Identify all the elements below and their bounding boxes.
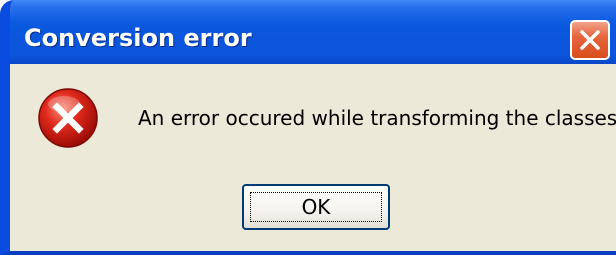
error-message: An error occured while transforming the … — [138, 106, 616, 130]
close-button[interactable] — [570, 20, 610, 60]
dialog-title: Conversion error — [24, 24, 252, 52]
ok-button-label: OK — [301, 195, 331, 219]
close-icon — [580, 30, 600, 50]
title-bar[interactable]: Conversion error — [10, 0, 616, 64]
error-icon — [38, 88, 98, 148]
ok-button[interactable]: OK — [242, 184, 390, 230]
dialog-body: An error occured while transforming the … — [10, 64, 616, 251]
dialog-window: Conversion error An error occured while … — [0, 0, 616, 255]
